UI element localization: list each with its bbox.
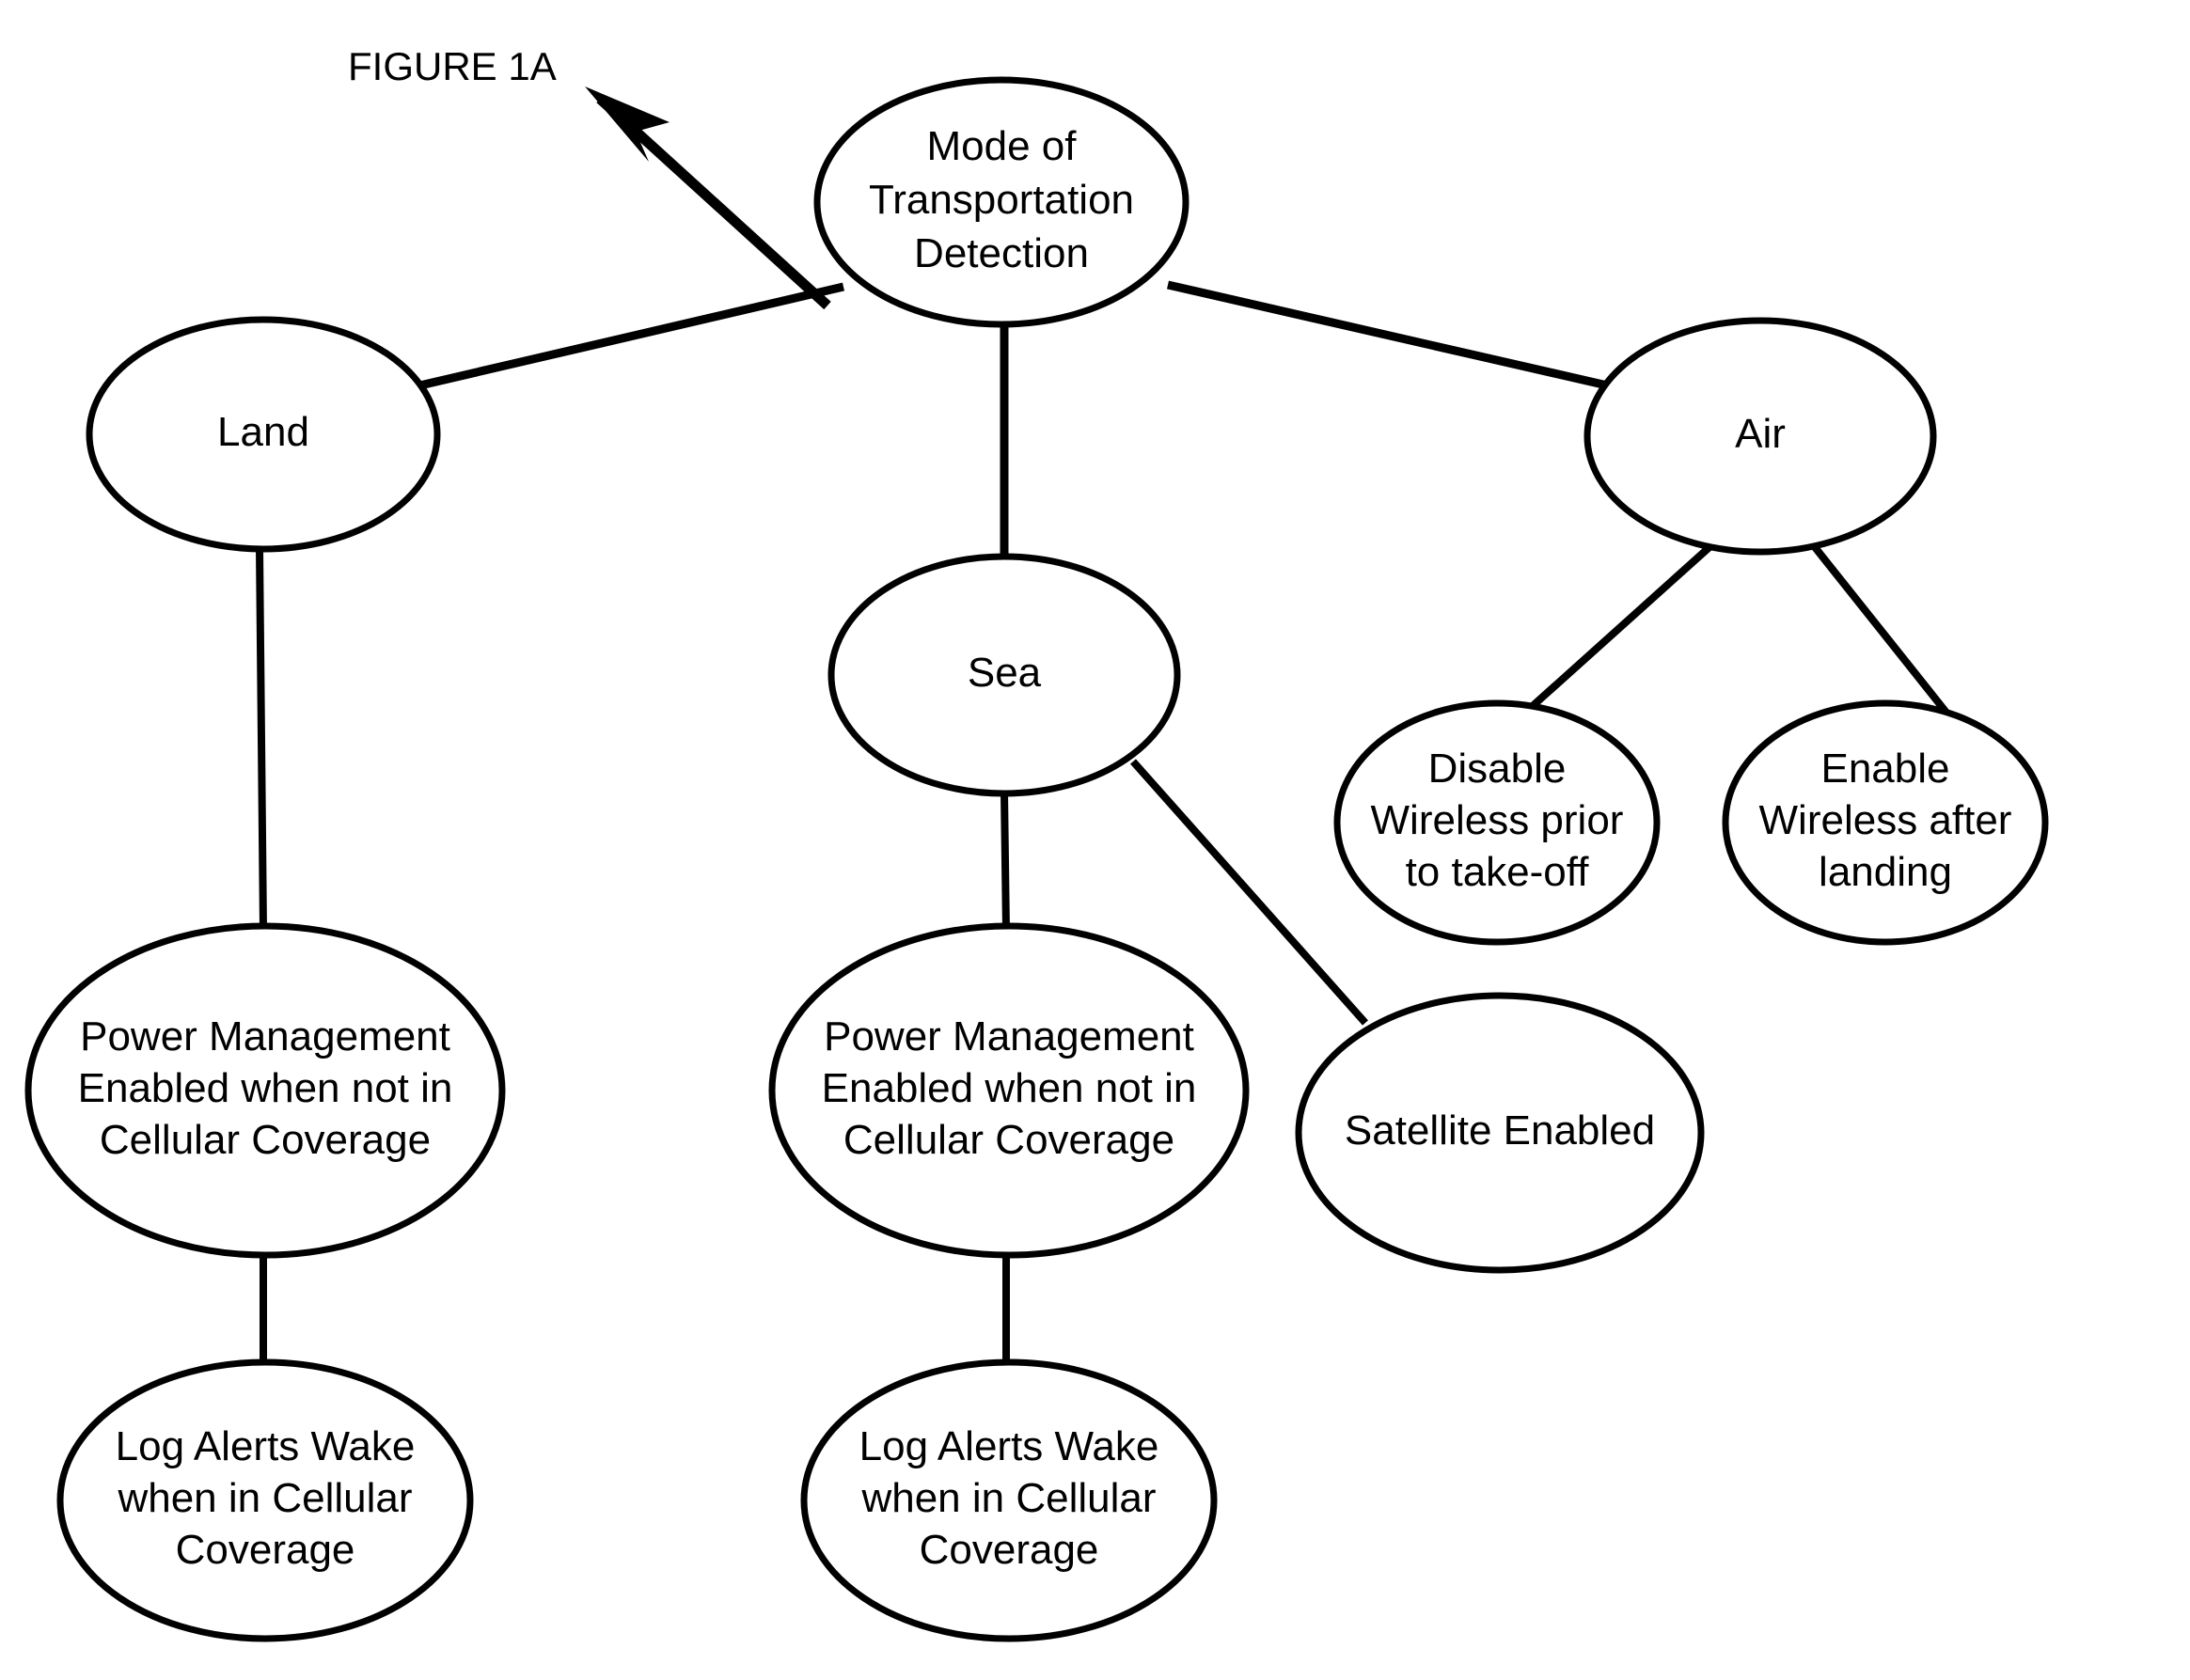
figure-1a-diagram: FIGURE 1A Mode of Transportation Detection… xyxy=(0,0,2190,1680)
edge-air-enable xyxy=(1811,544,1950,715)
node-land[interactable]: Land xyxy=(86,316,441,553)
node-air[interactable]: Air xyxy=(1583,317,1937,556)
edge-root-land xyxy=(410,282,845,392)
edge-root-air xyxy=(1166,280,1617,392)
node-label: Satellite Enabled xyxy=(1345,1107,1655,1154)
diagram-canvas: FIGURE 1A Mode of Transportation Detection… xyxy=(24,44,2049,1642)
edge-air-disable xyxy=(1522,544,1712,715)
node-log-alerts-wake-land[interactable]: Log Alerts Wake when in Cellular Coverage xyxy=(56,1358,474,1642)
node-power-management-sea[interactable]: Power Management Enabled when not in Cellu… xyxy=(768,922,1250,1259)
node-mode-of-transportation-detection[interactable]: Mode of Transportation Detection xyxy=(813,76,1190,328)
node-label: Sea xyxy=(968,650,1042,696)
node-enable-wireless-after-landing[interactable]: Enable Wireless after landing xyxy=(1722,699,2049,946)
figure-callout-arrow-group xyxy=(585,86,831,310)
node-power-management-land[interactable]: Power Management Enabled when not in Cellu… xyxy=(24,922,506,1259)
node-label: Power Management Enabled when not in Cellu… xyxy=(78,1013,453,1163)
node-disable-wireless-prior-to-take-off[interactable]: Disable Wireless prior to take-off xyxy=(1333,699,1661,946)
figure-caption: FIGURE 1A xyxy=(348,44,557,88)
node-layer: Mode of Transportation Detection Land Sea … xyxy=(24,76,2049,1642)
node-satellite-enabled[interactable]: Satellite Enabled xyxy=(1295,992,1705,1274)
node-label: Land xyxy=(217,409,309,455)
node-sea[interactable]: Sea xyxy=(827,553,1181,797)
edge-sea-power xyxy=(1000,791,1010,932)
node-label: Power Management Enabled when not in Cellu… xyxy=(822,1013,1197,1163)
node-log-alerts-wake-sea[interactable]: Log Alerts Wake when in Cellular Coverage xyxy=(800,1358,1218,1642)
edge-land-power xyxy=(256,547,267,932)
node-label: Air xyxy=(1735,411,1786,457)
